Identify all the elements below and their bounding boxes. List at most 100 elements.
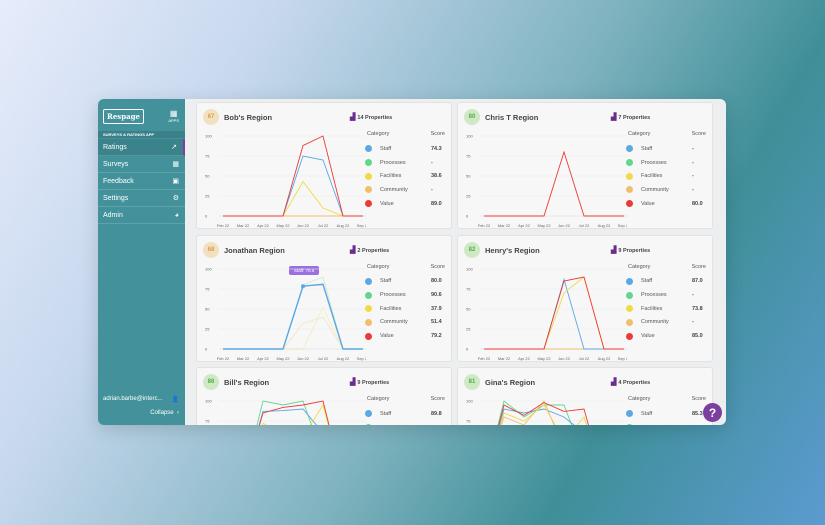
legend-dot (626, 172, 633, 180)
legend-dot (365, 318, 372, 326)
legend-item-processes[interactable]: Processes - (365, 156, 449, 170)
properties-link[interactable]: ▟ 7 Properties (611, 113, 650, 121)
legend-item-community[interactable]: Community - (626, 316, 710, 330)
legend-item-community[interactable]: Community 51.4 (365, 316, 449, 330)
y-tick-label: 100 (466, 399, 473, 404)
legend-item-facilities[interactable]: Facilities 37.9 (365, 302, 449, 316)
legend-score: - (692, 319, 694, 326)
x-tick-label: Jul 22 (318, 223, 329, 228)
legend-item-value[interactable]: Value 79.2 (365, 329, 449, 343)
properties-link[interactable]: ▟ 9 Properties (350, 378, 389, 386)
legend-item-facilities[interactable]: Facilities - (626, 169, 710, 183)
properties-count: 9 Properties (357, 380, 390, 386)
building-icon: ▟ (350, 246, 356, 254)
legend-score-header: Score (691, 263, 706, 270)
legend-label: Staff (380, 278, 392, 285)
legend-item-staff[interactable]: Staff 87.0 (626, 275, 710, 289)
legend-item-facilities[interactable]: Facilities 73.8 (626, 302, 710, 316)
region-title: Chris T Region (485, 113, 539, 122)
region-title: Jonathan Region (224, 245, 285, 255)
properties-link[interactable]: ▟ 9 Properties (611, 246, 650, 254)
legend-dot (626, 145, 633, 153)
legend-item-facilities[interactable]: Facilities 38.6 (365, 169, 449, 183)
legend-label: Staff (641, 145, 653, 152)
legend-label: Staff (641, 410, 653, 417)
x-tick-label: Jun 22 (558, 356, 571, 361)
user-menu[interactable]: adrian.barbe@interc... 👤 (103, 396, 179, 403)
legend-item-processes[interactable]: Processes (365, 421, 449, 425)
legend-item-staff[interactable]: Staff 80.0 (365, 275, 449, 289)
respage-logo[interactable]: Respage (103, 109, 144, 124)
sidebar-item-admin[interactable]: Admin ◕ (98, 207, 185, 224)
y-tick-label: 25 (466, 326, 471, 331)
legend-score: 79.2 (431, 333, 442, 340)
legend-label: Facilities (641, 305, 663, 312)
apps-button[interactable]: ▦ APPS (168, 110, 179, 124)
legend-item-staff[interactable]: Staff - (626, 142, 710, 156)
legend-score: 80.0 (692, 200, 703, 207)
x-tick-label: May 22 (276, 356, 290, 361)
legend-item-processes[interactable]: Processes (626, 421, 710, 425)
series-line-staff (258, 408, 317, 425)
legend-item-staff[interactable]: Staff 74.3 (365, 142, 449, 156)
legend-header: Category Score (628, 264, 710, 270)
legend-score: 87.0 (692, 278, 703, 285)
legend-item-processes[interactable]: Processes - (626, 288, 710, 302)
properties-count: 7 Properties (618, 115, 651, 121)
properties-link[interactable]: ▟ 2 Properties (350, 246, 389, 254)
legend-dot (626, 277, 633, 285)
sidebar-item-surveys[interactable]: Surveys ▦ (98, 156, 185, 173)
feedback-icon: ▣ (172, 178, 179, 185)
y-tick-label: 100 (466, 134, 473, 139)
legend-dot (365, 159, 372, 167)
properties-count: 4 Properties (618, 380, 651, 386)
y-tick-label: 100 (466, 266, 473, 271)
legend-score-header: Score (691, 396, 706, 402)
line-chart: 0255075100Feb 22 Mar 22 Apr 22 May 22 Jun 22… (466, 399, 627, 425)
legend-label: Value (641, 333, 655, 340)
series-line-facilities (223, 305, 363, 349)
legend-item-value[interactable]: Value 89.0 (365, 197, 449, 211)
help-button[interactable]: ? (703, 403, 722, 422)
legend-item-staff[interactable]: Staff 85.3 (626, 407, 710, 421)
legend-item-staff[interactable]: Staff 89.8 (365, 407, 449, 421)
legend-label: Facilities (380, 173, 402, 180)
y-tick-label: 100 (205, 399, 212, 404)
x-tick-label: Aug 22 (598, 356, 611, 361)
legend-score-header: Score (430, 131, 445, 137)
legend-score: - (692, 292, 694, 299)
sidebar-item-settings[interactable]: Settings ⚙ (98, 190, 185, 207)
properties-link[interactable]: ▟ 4 Properties (611, 378, 650, 386)
x-tick-label: Jun 22 (558, 223, 571, 228)
y-tick-label: 0 (205, 346, 208, 351)
sidebar-item-ratings[interactable]: Ratings ↗ (98, 139, 185, 156)
legend-label: Community (641, 186, 669, 193)
legend-label: Processes (380, 292, 406, 299)
legend-item-processes[interactable]: Processes 90.6 (365, 288, 449, 302)
app-window: Respage ▦ APPS SURVEYS & RATINGS APP Rati… (98, 99, 726, 425)
legend-item-community[interactable]: Community - (626, 183, 710, 197)
legend-score: 74.3 (431, 145, 442, 152)
gear-icon: ⚙ (172, 195, 179, 202)
legend-score: 51.4 (431, 319, 442, 326)
legend-score: 37.9 (431, 305, 442, 312)
legend-header: Category Score (367, 396, 449, 402)
x-tick-label: Jul 22 (579, 223, 590, 228)
collapse-button[interactable]: Collapse ‹ (150, 410, 179, 416)
x-tick-label: Jun 22 (297, 356, 310, 361)
x-tick-label: Jul 22 (579, 356, 590, 361)
legend-item-community[interactable]: Community - (365, 183, 449, 197)
sidebar-item-feedback[interactable]: Feedback ▣ (98, 173, 185, 190)
properties-link[interactable]: ▟ 14 Properties (350, 113, 392, 121)
legend-score: - (692, 159, 694, 166)
legend-score: 85.0 (692, 333, 703, 340)
legend-item-value[interactable]: Value 85.0 (626, 329, 710, 343)
legend-item-processes[interactable]: Processes - (626, 156, 710, 170)
sidebar: Respage ▦ APPS SURVEYS & RATINGS APP Rati… (98, 99, 185, 425)
apps-label: APPS (168, 118, 179, 123)
legend-item-value[interactable]: Value 80.0 (626, 197, 710, 211)
building-icon: ▟ (350, 114, 356, 121)
legend-category-header: Category (628, 131, 651, 137)
series-line-value (484, 150, 624, 217)
x-tick-label: May 22 (537, 223, 551, 228)
